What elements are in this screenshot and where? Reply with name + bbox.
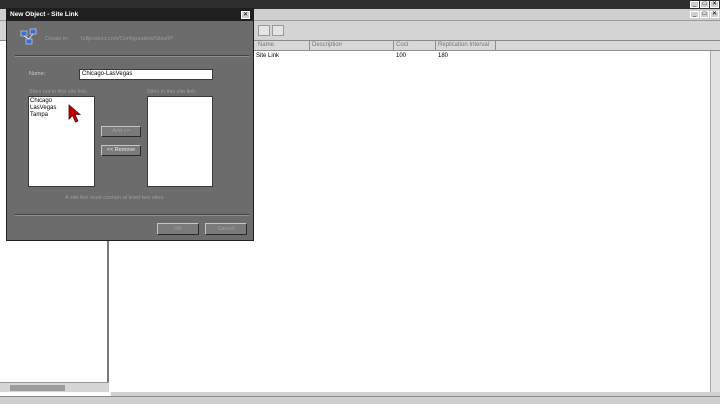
dialog-close-button[interactable]: ✕ xyxy=(241,11,250,19)
row-name: Site Link xyxy=(256,53,280,59)
main-close-button[interactable]: ✕ xyxy=(710,1,719,8)
toolbar-button[interactable] xyxy=(258,25,270,36)
add-button[interactable]: Add >> xyxy=(101,126,141,137)
ok-button[interactable]: OK xyxy=(157,223,199,235)
column-header-name[interactable]: Name xyxy=(256,41,310,51)
list-item[interactable]: Tampa xyxy=(29,112,94,119)
two-sites-hint: A site link must contain at least two si… xyxy=(65,195,165,201)
remove-button[interactable]: << Remove xyxy=(101,145,141,156)
new-site-link-dialog: New Object - Site Link ✕ Create in: full… xyxy=(6,8,254,241)
dialog-title: New Object - Site Link xyxy=(10,11,79,18)
column-header-cost[interactable]: Cost xyxy=(394,41,436,51)
name-input[interactable]: Chicago-LasVegas xyxy=(79,69,213,80)
sites-in-label: Sites in this site link: xyxy=(147,89,197,95)
row-interval: 180 xyxy=(438,53,449,59)
inner-close-button[interactable]: ✕ xyxy=(710,11,719,18)
create-in-label: Create in: xyxy=(45,36,69,42)
dialog-title-bar[interactable]: New Object - Site Link ✕ xyxy=(7,9,253,21)
cancel-button[interactable]: Cancel xyxy=(205,223,247,235)
main-maximize-button[interactable]: □ xyxy=(700,1,709,8)
tree-scroll-thumb[interactable] xyxy=(10,385,65,391)
details-vertical-scrollbar[interactable] xyxy=(710,51,720,392)
divider xyxy=(15,55,249,57)
sites-in-listbox[interactable] xyxy=(147,96,213,187)
toolbar-button[interactable] xyxy=(272,25,284,36)
row-cost: 100 xyxy=(396,53,407,59)
sites-not-in-label: Sites not in this site link: xyxy=(29,89,88,95)
tree-horizontal-scrollbar[interactable] xyxy=(0,382,109,392)
inner-minimize-button[interactable]: _ xyxy=(690,11,699,18)
site-link-icon xyxy=(20,28,37,45)
column-header-description[interactable]: Description xyxy=(310,41,394,51)
name-label: Name: xyxy=(29,71,46,77)
list-item[interactable]: LasVegas xyxy=(29,105,94,112)
main-minimize-button[interactable]: _ xyxy=(690,1,699,8)
status-bar xyxy=(0,396,720,404)
list-item[interactable]: Chicago xyxy=(29,98,94,105)
sites-not-in-listbox[interactable]: Chicago LasVegas Tampa xyxy=(28,96,95,187)
divider xyxy=(15,214,249,216)
mouse-pointer-icon xyxy=(68,104,82,123)
inner-maximize-button[interactable]: □ xyxy=(700,11,709,18)
create-in-path: fullproduct.com/Configuration/Sites/IP xyxy=(81,36,174,42)
column-header-replication-interval[interactable]: Replication Interval xyxy=(436,41,496,51)
